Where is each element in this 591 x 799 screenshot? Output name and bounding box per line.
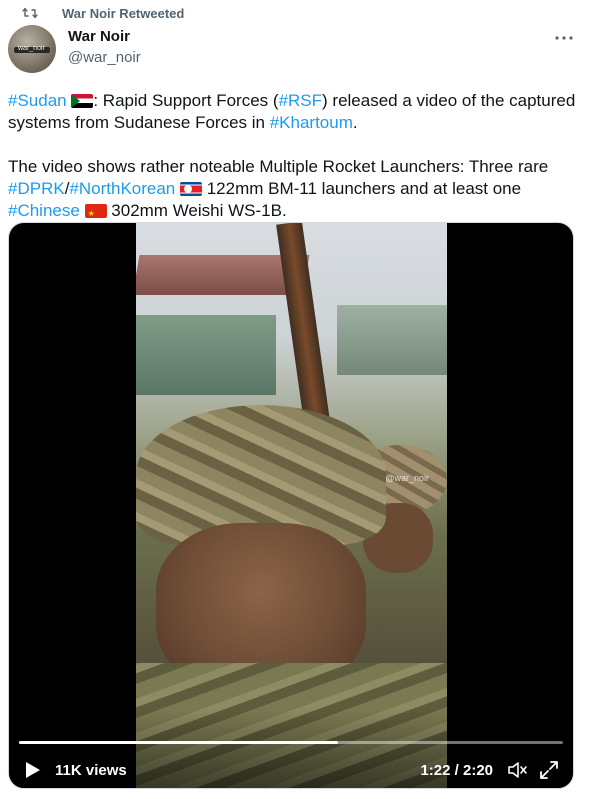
author-name[interactable]: War Noir [68,28,130,45]
more-icon[interactable] [553,28,575,48]
retweet-icon [22,5,40,21]
tweet-paragraph-2: The video shows rather noteable Multiple… [8,156,578,222]
view-count: 11K views [55,762,127,779]
volume-icon[interactable] [507,760,529,780]
video-progress-bar[interactable] [19,741,563,744]
hashtag-rsf[interactable]: #RSF [279,91,322,110]
video-time: 1:22 / 2:20 [420,762,493,779]
china-flag-icon [84,204,107,218]
hashtag-northkorean[interactable]: #NorthKorean [69,179,175,198]
hashtag-chinese[interactable]: #Chinese [8,201,80,220]
tweet-text-segment: . [352,113,358,132]
tweet-text-segment: The video shows rather noteable Multiple… [8,157,549,176]
tweet-text-segment: 122mm BM-11 launchers and at least one [202,179,522,198]
hashtag-dprk[interactable]: #DPRK [8,179,65,198]
video-watermark: @war_noir [385,473,429,483]
author-handle[interactable]: @war_noir [68,49,141,66]
avatar[interactable]: war_noir [8,25,56,73]
retweet-header: War Noir Retweeted [22,5,184,21]
avatar-watermark: war_noir [18,45,45,52]
video-frame[interactable]: @war_noir [136,223,447,788]
tweet-text-segment: 302mm Weishi WS-1B. [106,201,287,220]
tweet-text: #Sudan : Rapid Support Forces (#RSF) rel… [8,90,578,222]
retweet-label[interactable]: War Noir Retweeted [62,6,184,21]
tweet-paragraph-1: #Sudan : Rapid Support Forces (#RSF) rel… [8,90,578,134]
play-icon[interactable] [25,760,45,780]
hashtag-sudan[interactable]: #Sudan [8,91,67,110]
fullscreen-icon[interactable] [539,760,561,780]
video-progress-fill [19,741,338,744]
sudan-flag-icon [71,94,94,108]
hashtag-khartoum[interactable]: #Khartoum [270,113,353,132]
video-controls: 11K views 1:22 / 2:20 [9,708,573,788]
video-player[interactable]: @war_noir 11K views 1:22 / 2:20 [8,222,574,789]
tweet-text-segment: : Rapid Support Forces ( [93,91,279,110]
north-korea-flag-icon [180,182,202,196]
